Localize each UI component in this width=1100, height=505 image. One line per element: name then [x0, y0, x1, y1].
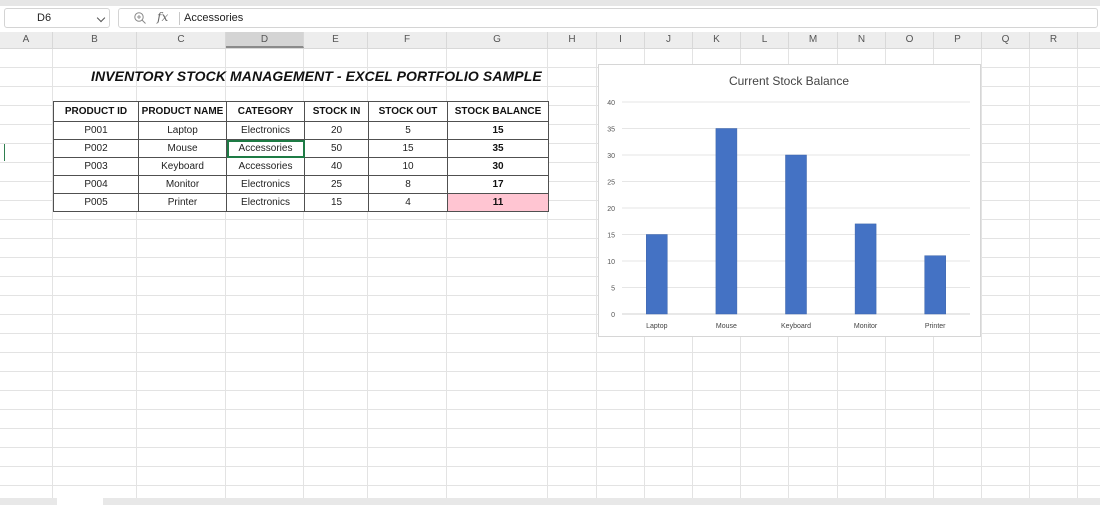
- column-header-b[interactable]: B: [53, 32, 137, 48]
- header-product-name[interactable]: PRODUCT NAME: [138, 101, 227, 122]
- header-product-id[interactable]: PRODUCT ID: [53, 101, 139, 122]
- cell-product-name[interactable]: Monitor: [138, 175, 227, 194]
- y-tick-label: 35: [607, 127, 615, 134]
- x-tick-label: Keyboard: [781, 323, 811, 330]
- cell-product-id[interactable]: P002: [53, 139, 139, 158]
- cell-category[interactable]: Accessories: [226, 157, 305, 176]
- cell-product-name[interactable]: Mouse: [138, 139, 227, 158]
- column-header-f[interactable]: F: [368, 32, 447, 48]
- sheet-title: INVENTORY STOCK MANAGEMENT - EXCEL PORTF…: [91, 68, 542, 84]
- x-tick-label: Mouse: [716, 323, 737, 330]
- column-header-a[interactable]: A: [0, 32, 53, 48]
- cell-category[interactable]: Electronics: [226, 193, 305, 212]
- column-header-d[interactable]: D: [226, 32, 304, 48]
- y-tick-label: 30: [607, 153, 615, 160]
- cell-stock-in[interactable]: 25: [304, 175, 369, 194]
- column-header-g[interactable]: G: [447, 32, 548, 48]
- cell-stock-in[interactable]: 40: [304, 157, 369, 176]
- zoom-icon[interactable]: [133, 11, 147, 25]
- header-stock-in[interactable]: STOCK IN: [304, 101, 369, 122]
- table-row: P002 Mouse Accessories 50 15 35: [53, 139, 549, 158]
- cell-product-id[interactable]: P004: [53, 175, 139, 194]
- cell-product-id[interactable]: P003: [53, 157, 139, 176]
- bar-printer: [924, 255, 946, 315]
- column-header-m[interactable]: M: [789, 32, 838, 48]
- cell-stock-balance-low[interactable]: 11: [447, 193, 549, 212]
- column-header-k[interactable]: K: [693, 32, 741, 48]
- sheet-tab-active[interactable]: [57, 498, 103, 505]
- bar-monitor: [854, 223, 877, 315]
- y-tick-label: 15: [607, 233, 615, 240]
- cell-stock-out[interactable]: 4: [368, 193, 448, 212]
- cell-stock-balance[interactable]: 30: [447, 157, 549, 176]
- active-row-marker: [4, 144, 5, 161]
- x-tick-label: Monitor: [854, 323, 878, 330]
- cell-stock-in[interactable]: 50: [304, 139, 369, 158]
- bar-mouse: [715, 128, 738, 315]
- x-tick-label: Printer: [925, 323, 946, 330]
- chart-title: Current Stock Balance: [729, 74, 849, 88]
- column-header-c[interactable]: C: [137, 32, 226, 48]
- formula-separator: [179, 12, 180, 25]
- table-row: P003 Keyboard Accessories 40 10 30: [53, 157, 549, 176]
- cell-product-name[interactable]: Laptop: [138, 121, 227, 140]
- cell-category-selected[interactable]: Accessories: [226, 139, 305, 158]
- cell-stock-balance[interactable]: 35: [447, 139, 549, 158]
- bar-laptop: [646, 234, 668, 315]
- name-box-value: D6: [37, 12, 52, 24]
- fx-icon[interactable]: fx: [157, 10, 168, 24]
- y-tick-label: 20: [607, 206, 615, 213]
- column-header-e[interactable]: E: [304, 32, 368, 48]
- column-header-h[interactable]: H: [548, 32, 597, 48]
- formula-bar: D6 fx Accessories: [0, 6, 1100, 32]
- cell-stock-in[interactable]: 15: [304, 193, 369, 212]
- formula-input[interactable]: fx Accessories: [118, 8, 1098, 28]
- table-row: P004 Monitor Electronics 25 8 17: [53, 175, 549, 194]
- bar-keyboard: [785, 154, 807, 315]
- stock-balance-chart[interactable]: Current Stock Balance 0 5 10 15 20 25 30 35 40 Lap…: [598, 64, 981, 337]
- x-tick-label: Laptop: [646, 323, 668, 330]
- cell-category[interactable]: Electronics: [226, 175, 305, 194]
- column-header-j[interactable]: J: [645, 32, 693, 48]
- y-tick-label: 5: [611, 286, 615, 293]
- worksheet-grid[interactable]: INVENTORY STOCK MANAGEMENT - EXCEL PORTF…: [0, 49, 1100, 498]
- cell-stock-out[interactable]: 10: [368, 157, 448, 176]
- cell-product-id[interactable]: P005: [53, 193, 139, 212]
- table-row: P005 Printer Electronics 15 4 11: [53, 193, 549, 212]
- cell-product-name[interactable]: Keyboard: [138, 157, 227, 176]
- column-header-i[interactable]: I: [597, 32, 645, 48]
- y-tick-label: 40: [607, 100, 615, 107]
- column-header-row: ABCDEFGHIJKLMNOPQR: [0, 32, 1100, 49]
- header-stock-balance[interactable]: STOCK BALANCE: [447, 101, 549, 122]
- y-tick-label: 0: [611, 312, 615, 319]
- name-box[interactable]: D6: [4, 8, 110, 28]
- cell-stock-in[interactable]: 20: [304, 121, 369, 140]
- column-header-r[interactable]: R: [1030, 32, 1078, 48]
- column-header-p[interactable]: P: [934, 32, 982, 48]
- column-header-q[interactable]: Q: [982, 32, 1030, 48]
- cell-stock-out[interactable]: 5: [368, 121, 448, 140]
- chart-canvas: Current Stock Balance 0 5 10 15 20 25 30 35 40 Lap…: [607, 74, 970, 330]
- cell-product-name[interactable]: Printer: [138, 193, 227, 212]
- cell-stock-balance[interactable]: 17: [447, 175, 549, 194]
- column-header-n[interactable]: N: [838, 32, 886, 48]
- inventory-table: PRODUCT ID PRODUCT NAME CATEGORY STOCK I…: [53, 101, 549, 212]
- table-row: P001 Laptop Electronics 20 5 15: [53, 121, 549, 140]
- header-category[interactable]: CATEGORY: [226, 101, 305, 122]
- y-tick-label: 10: [607, 259, 615, 266]
- y-tick-label: 25: [607, 180, 615, 187]
- cell-category[interactable]: Electronics: [226, 121, 305, 140]
- header-stock-out[interactable]: STOCK OUT: [368, 101, 448, 122]
- column-header-o[interactable]: O: [886, 32, 934, 48]
- cell-stock-balance[interactable]: 15: [447, 121, 549, 140]
- column-header-l[interactable]: L: [741, 32, 789, 48]
- cell-stock-out[interactable]: 15: [368, 139, 448, 158]
- formula-value[interactable]: Accessories: [184, 12, 243, 24]
- cell-product-id[interactable]: P001: [53, 121, 139, 140]
- cell-stock-out[interactable]: 8: [368, 175, 448, 194]
- sheet-tabs-bar: [0, 498, 1100, 505]
- chevron-down-icon[interactable]: [96, 13, 106, 23]
